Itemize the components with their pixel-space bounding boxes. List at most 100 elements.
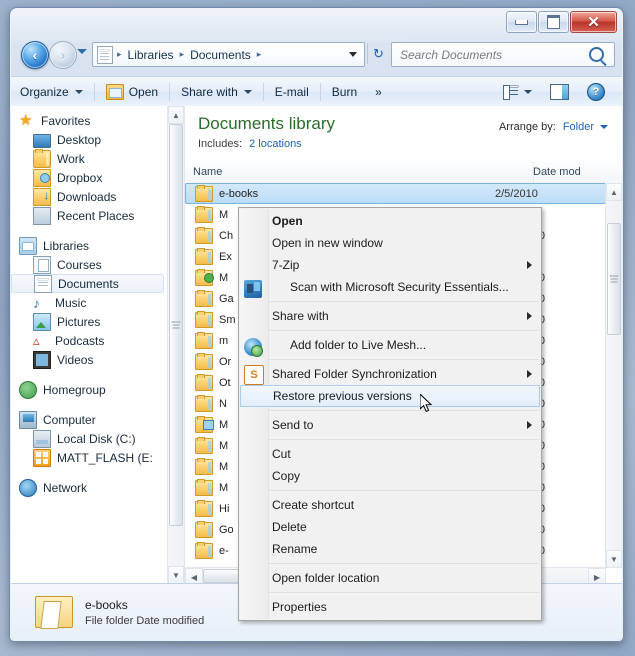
- chevron-down-icon: [244, 90, 252, 94]
- back-button[interactable]: ‹: [21, 41, 49, 69]
- context-menu-item[interactable]: Create shortcut: [239, 494, 541, 516]
- scroll-left-button[interactable]: ◀: [185, 568, 203, 584]
- share-with-button[interactable]: Share with: [172, 77, 261, 106]
- context-menu-item[interactable]: Rename: [239, 538, 541, 560]
- context-menu-item-label: Share with: [272, 309, 329, 323]
- organize-button[interactable]: Organize: [11, 77, 92, 106]
- sidebar-item-desktop[interactable]: Desktop: [11, 130, 168, 149]
- burn-button[interactable]: Burn: [323, 77, 366, 106]
- file-name: e-books: [219, 188, 495, 200]
- context-menu-item[interactable]: Scan with Microsoft Security Essentials.…: [239, 276, 541, 298]
- context-menu-item[interactable]: Delete: [239, 516, 541, 538]
- open-button[interactable]: Open: [97, 77, 167, 106]
- recent-places-icon: [33, 207, 51, 225]
- context-menu-item-label: Copy: [272, 469, 300, 483]
- status-item-name: e-books: [85, 598, 204, 612]
- context-menu-item[interactable]: Restore previous versions: [240, 385, 540, 407]
- sidebar-item-podcasts[interactable]: ▵ Podcasts: [11, 331, 168, 350]
- scroll-down-button[interactable]: ▼: [168, 566, 184, 584]
- scrollbar-thumb[interactable]: [607, 223, 621, 335]
- sidebar-item-label: Local Disk (C:): [57, 432, 136, 446]
- scrollbar-grip-icon: [611, 276, 618, 283]
- computer-icon: [19, 411, 37, 429]
- context-menu-item-label: Cut: [272, 447, 291, 461]
- homegroup-icon: [19, 381, 37, 399]
- close-icon: ✕: [587, 15, 600, 30]
- context-menu-item[interactable]: Open: [239, 210, 541, 232]
- forward-button[interactable]: ›: [49, 41, 77, 69]
- sidebar-item-videos[interactable]: Videos: [11, 350, 168, 369]
- preview-pane-icon: [550, 84, 569, 100]
- context-menu-item[interactable]: Share with: [239, 305, 541, 327]
- context-menu-item[interactable]: Copy: [239, 465, 541, 487]
- breadcrumb-libraries[interactable]: Libraries: [126, 48, 176, 62]
- email-button[interactable]: E-mail: [266, 77, 318, 106]
- help-button[interactable]: ?: [578, 77, 614, 106]
- maximize-button[interactable]: [538, 11, 569, 33]
- context-menu-item[interactable]: SShared Folder Synchronization: [239, 363, 541, 385]
- documents-library-icon: [34, 275, 52, 293]
- sidebar-group-favorites[interactable]: ★ Favorites: [11, 111, 168, 130]
- folder-icon: [195, 459, 213, 475]
- sidebar-group-homegroup[interactable]: Homegroup: [11, 380, 168, 399]
- sidebar-item-music[interactable]: ♪ Music: [11, 293, 168, 312]
- sidebar-spacer: [11, 467, 168, 478]
- sidebar-item-dropbox[interactable]: Dropbox: [11, 168, 168, 187]
- toolbar-divider: [169, 83, 170, 101]
- sidebar-group-libraries[interactable]: Libraries: [11, 236, 168, 255]
- scroll-down-button[interactable]: ▼: [606, 550, 622, 568]
- sidebar-item-recent-places[interactable]: Recent Places: [11, 206, 168, 225]
- context-menu-items: Open Open in new window 7-ZipScan with Mic…: [239, 210, 541, 618]
- sidebar-item-courses[interactable]: Courses: [11, 255, 168, 274]
- context-menu-separator: [269, 439, 539, 440]
- table-row[interactable]: e-books2/5/2010: [185, 183, 606, 204]
- column-header-date-modified[interactable]: Date mod: [525, 162, 622, 183]
- sidebar-item-documents[interactable]: Documents: [11, 274, 164, 293]
- folder-icon: [33, 150, 51, 168]
- change-view-button[interactable]: [494, 77, 541, 106]
- preview-pane-button[interactable]: [541, 77, 578, 106]
- search-input[interactable]: Search Documents: [391, 42, 615, 67]
- sidebar-item-pictures[interactable]: Pictures: [11, 312, 168, 331]
- address-dropdown-icon[interactable]: [349, 52, 357, 57]
- context-menu-item[interactable]: Cut: [239, 443, 541, 465]
- sidebar-group-network[interactable]: Network: [11, 478, 168, 497]
- context-menu-item[interactable]: Open folder location: [239, 567, 541, 589]
- context-menu-item-label: Properties: [272, 600, 327, 614]
- folder-icon: [195, 522, 213, 538]
- refresh-button[interactable]: ↻: [367, 43, 389, 64]
- sidebar-item-local-disk-c[interactable]: Local Disk (C:): [11, 429, 168, 448]
- scroll-up-button[interactable]: ▲: [168, 106, 184, 124]
- sidebar-item-work[interactable]: Work: [11, 149, 168, 168]
- file-list-scrollbar[interactable]: ▲ ▼: [605, 183, 622, 568]
- context-menu-separator: [269, 490, 539, 491]
- address-bar[interactable]: ▸ Libraries ▸ Documents ▸: [92, 42, 365, 67]
- includes-locations-link[interactable]: 2 locations: [249, 138, 302, 150]
- sidebar-item-downloads[interactable]: Downloads: [11, 187, 168, 206]
- column-header-name[interactable]: Name: [185, 162, 534, 183]
- context-menu-item[interactable]: Open in new window: [239, 232, 541, 254]
- sidebar-spacer: [11, 225, 168, 236]
- breadcrumb-documents[interactable]: Documents: [188, 48, 253, 62]
- arrange-by-control[interactable]: Arrange by: Folder: [499, 121, 608, 133]
- burn-label: Burn: [332, 85, 357, 99]
- window-controls: ✕: [505, 11, 617, 33]
- sidebar-item-matt-flash-e[interactable]: MATT_FLASH (E:: [11, 448, 168, 467]
- sidebar-group-computer[interactable]: Computer: [11, 410, 168, 429]
- context-menu-item[interactable]: Add folder to Live Mesh...: [239, 334, 541, 356]
- minimize-button[interactable]: [506, 11, 537, 33]
- context-menu-item[interactable]: 7-Zip: [239, 254, 541, 276]
- scroll-up-button[interactable]: ▲: [606, 183, 622, 201]
- folder-icon: [195, 543, 213, 559]
- close-button[interactable]: ✕: [570, 11, 617, 33]
- scrollbar-thumb[interactable]: [169, 124, 183, 526]
- scroll-right-button[interactable]: ▶: [588, 568, 606, 584]
- toolbar-overflow-button[interactable]: »: [366, 77, 391, 106]
- context-menu-item-label: Open in new window: [272, 236, 383, 250]
- navigation-pane-scrollbar[interactable]: ▲ ▼: [167, 106, 184, 584]
- history-dropdown-icon[interactable]: [77, 49, 87, 54]
- email-label: E-mail: [275, 85, 309, 99]
- context-menu-item[interactable]: Properties: [239, 596, 541, 618]
- context-menu-item[interactable]: Send to: [239, 414, 541, 436]
- shared-folder-sync-icon: S: [244, 365, 264, 385]
